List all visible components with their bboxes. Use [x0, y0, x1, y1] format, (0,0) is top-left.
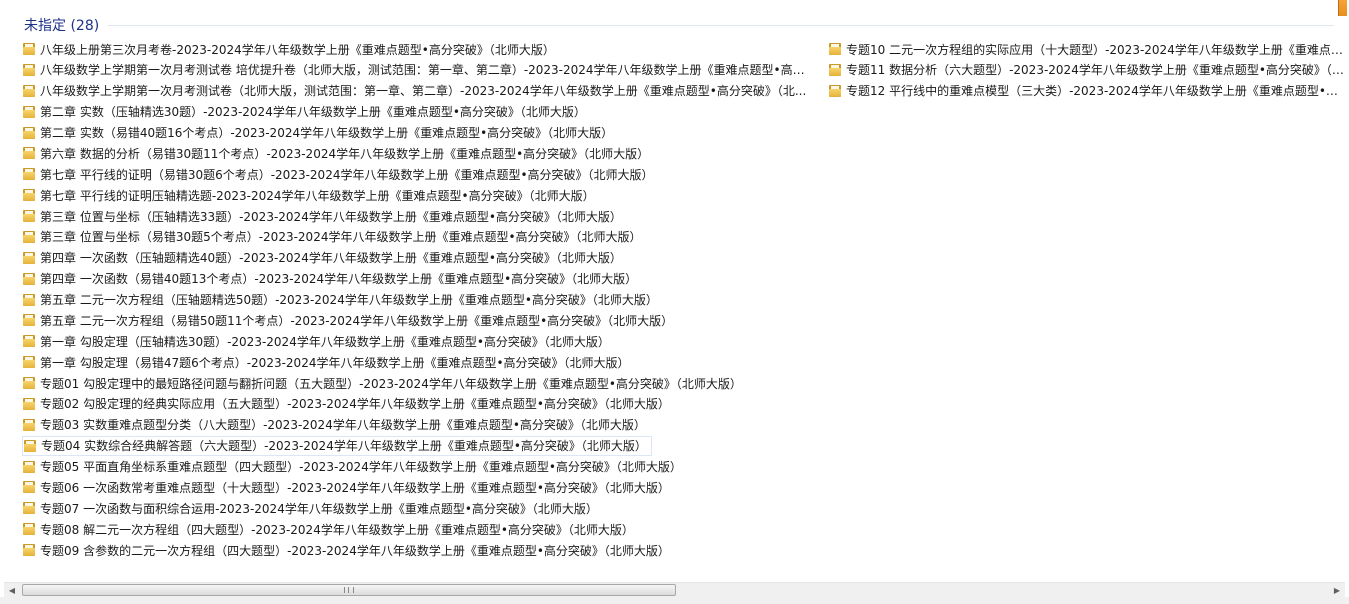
- folder-icon: [22, 209, 36, 223]
- folder-label: 八年级数学上学期第一次月考测试卷（北师大版，测试范围：第一章、第二章）-2023…: [40, 84, 807, 99]
- folder-icon: [22, 522, 36, 536]
- folder-icon: [22, 543, 36, 557]
- folder-icon: [828, 84, 842, 98]
- folder-label: 第四章 一次函数（压轴题精选40题）-2023-2024学年八年级数学上册《重难…: [40, 251, 622, 266]
- folder-label: 专题11 数据分析（六大题型）-2023-2024学年八年级数学上册《重难点题型…: [846, 63, 1349, 78]
- scroll-right-arrow[interactable]: ▶: [1329, 583, 1345, 597]
- folder-item[interactable]: 专题05 平面直角坐标系重难点题型（四大题型）-2023-2024学年八年级数学…: [22, 457, 814, 477]
- folder-item[interactable]: 第五章 二元一次方程组（压轴题精选50题）-2023-2024学年八年级数学上册…: [22, 290, 814, 310]
- folder-item[interactable]: 专题02 勾股定理的经典实际应用（五大题型）-2023-2024学年八年级数学上…: [22, 394, 814, 414]
- horizontal-scrollbar[interactable]: ◀ ▶: [4, 582, 1345, 597]
- folder-item[interactable]: 第三章 位置与坐标（压轴精选33题）-2023-2024学年八年级数学上册《重难…: [22, 206, 814, 226]
- folder-item[interactable]: 专题10 二元一次方程组的实际应用（十大题型）-2023-2024学年八年级数学…: [828, 39, 1349, 59]
- folder-item[interactable]: 第三章 位置与坐标（易错30题5个考点）-2023-2024学年八年级数学上册《…: [22, 227, 814, 247]
- folder-icon: [22, 355, 36, 369]
- folder-label: 第五章 二元一次方程组（压轴题精选50题）-2023-2024学年八年级数学上册…: [40, 293, 658, 308]
- folder-label: 第二章 实数（易错40题16个考点）-2023-2024学年八年级数学上册《重难…: [40, 126, 614, 141]
- scroll-thumb[interactable]: [22, 584, 676, 596]
- folder-item[interactable]: 第四章 一次函数（压轴题精选40题）-2023-2024学年八年级数学上册《重难…: [22, 248, 814, 268]
- folder-label: 专题03 实数重难点题型分类（八大题型）-2023-2024学年八年级数学上册《…: [40, 418, 646, 433]
- folder-label: 专题09 含参数的二元一次方程组（四大题型）-2023-2024学年八年级数学上…: [40, 543, 670, 558]
- folder-icon: [23, 439, 37, 453]
- folder-item[interactable]: 第七章 平行线的证明压轴精选题-2023-2024学年八年级数学上册《重难点题型…: [22, 185, 814, 205]
- folder-label: 第一章 勾股定理（易错47题6个考点）-2023-2024学年八年级数学上册《重…: [40, 355, 630, 370]
- folder-icon: [22, 251, 36, 265]
- folder-item[interactable]: 第四章 一次函数（易错40题13个考点）-2023-2024学年八年级数学上册《…: [22, 269, 814, 289]
- folder-item[interactable]: 专题11 数据分析（六大题型）-2023-2024学年八年级数学上册《重难点题型…: [828, 60, 1349, 80]
- folder-icon: [22, 501, 36, 515]
- folder-item[interactable]: 第六章 数据的分析（易错30题11个考点）-2023-2024学年八年级数学上册…: [22, 143, 814, 163]
- folder-icon: [828, 42, 842, 56]
- folder-item[interactable]: 八年级数学上学期第一次月考测试卷（北师大版，测试范围：第一章、第二章）-2023…: [22, 81, 814, 101]
- folder-label: 第三章 位置与坐标（压轴精选33题）-2023-2024学年八年级数学上册《重难…: [40, 209, 622, 224]
- folder-icon: [828, 63, 842, 77]
- folder-label: 专题05 平面直角坐标系重难点题型（四大题型）-2023-2024学年八年级数学…: [40, 460, 682, 475]
- folder-icon: [22, 480, 36, 494]
- folder-label: 第七章 平行线的证明压轴精选题-2023-2024学年八年级数学上册《重难点题型…: [40, 188, 595, 203]
- folder-label: 专题08 解二元一次方程组（四大题型）-2023-2024学年八年级数学上册《重…: [40, 522, 634, 537]
- folder-icon: [22, 293, 36, 307]
- folder-label: 第一章 勾股定理（压轴精选30题）-2023-2024学年八年级数学上册《重难点…: [40, 334, 610, 349]
- folder-item[interactable]: 第二章 实数（易错40题16个考点）-2023-2024学年八年级数学上册《重难…: [22, 123, 814, 143]
- folder-icon: [22, 397, 36, 411]
- folder-label: 第二章 实数（压轴精选30题）-2023-2024学年八年级数学上册《重难点题型…: [40, 105, 586, 120]
- scroll-left-arrow[interactable]: ◀: [4, 583, 20, 597]
- folder-item[interactable]: 第七章 平行线的证明（易错30题6个考点）-2023-2024学年八年级数学上册…: [22, 164, 814, 184]
- corner-accent: [1338, 0, 1347, 16]
- folder-item[interactable]: 专题04 实数综合经典解答题（六大题型）-2023-2024学年八年级数学上册《…: [22, 435, 652, 456]
- folder-item[interactable]: 专题07 一次函数与面积综合运用-2023-2024学年八年级数学上册《重难点题…: [22, 498, 814, 518]
- folder-label: 第六章 数据的分析（易错30题11个考点）-2023-2024学年八年级数学上册…: [40, 146, 650, 161]
- folder-icon: [22, 334, 36, 348]
- folder-icon: [22, 460, 36, 474]
- folder-icon: [22, 313, 36, 327]
- folder-item[interactable]: 专题08 解二元一次方程组（四大题型）-2023-2024学年八年级数学上册《重…: [22, 519, 814, 539]
- folder-icon: [22, 146, 36, 160]
- folder-label: 专题06 一次函数常考重难点题型（十大题型）-2023-2024学年八年级数学上…: [40, 480, 670, 495]
- file-list: 八年级上册第三次月考卷-2023-2024学年八年级数学上册《重难点题型•高分突…: [0, 0, 1349, 582]
- status-strip: [0, 597, 1349, 604]
- folder-item[interactable]: 第二章 实数（压轴精选30题）-2023-2024学年八年级数学上册《重难点题型…: [22, 102, 814, 122]
- folder-item[interactable]: 专题01 勾股定理中的最短路径问题与翻折问题（五大题型）-2023-2024学年…: [22, 373, 814, 393]
- folder-item[interactable]: 八年级数学上学期第一次月考测试卷 培优提升卷（北师大版，测试范围：第一章、第二章…: [22, 60, 814, 80]
- folder-icon: [22, 230, 36, 244]
- folder-item[interactable]: 专题09 含参数的二元一次方程组（四大题型）-2023-2024学年八年级数学上…: [22, 540, 814, 560]
- folder-label: 专题07 一次函数与面积综合运用-2023-2024学年八年级数学上册《重难点题…: [40, 501, 598, 516]
- folder-icon: [22, 272, 36, 286]
- folder-label: 专题12 平行线中的重难点模型（三大类）-2023-2024学年八年级数学上册《…: [846, 84, 1349, 99]
- folder-item[interactable]: 第一章 勾股定理（压轴精选30题）-2023-2024学年八年级数学上册《重难点…: [22, 331, 814, 351]
- folder-item[interactable]: 专题03 实数重难点题型分类（八大题型）-2023-2024学年八年级数学上册《…: [22, 415, 814, 435]
- scroll-grip-icon: [344, 587, 354, 593]
- folder-icon: [22, 105, 36, 119]
- folder-label: 八年级上册第三次月考卷-2023-2024学年八年级数学上册《重难点题型•高分突…: [40, 42, 555, 57]
- folder-icon: [22, 167, 36, 181]
- folder-item[interactable]: 专题12 平行线中的重难点模型（三大类）-2023-2024学年八年级数学上册《…: [828, 81, 1349, 101]
- folder-label: 第五章 二元一次方程组（易错50题11个考点）-2023-2024学年八年级数学…: [40, 313, 674, 328]
- folder-label: 第七章 平行线的证明（易错30题6个考点）-2023-2024学年八年级数学上册…: [40, 167, 654, 182]
- folder-label: 专题04 实数综合经典解答题（六大题型）-2023-2024学年八年级数学上册《…: [41, 439, 647, 454]
- folder-item[interactable]: 第五章 二元一次方程组（易错50题11个考点）-2023-2024学年八年级数学…: [22, 310, 814, 330]
- folder-icon: [22, 188, 36, 202]
- folder-label: 八年级数学上学期第一次月考测试卷 培优提升卷（北师大版，测试范围：第一章、第二章…: [40, 63, 814, 78]
- folder-icon: [22, 84, 36, 98]
- folder-label: 专题01 勾股定理中的最短路径问题与翻折问题（五大题型）-2023-2024学年…: [40, 376, 742, 391]
- folder-icon: [22, 42, 36, 56]
- folder-item[interactable]: 专题06 一次函数常考重难点题型（十大题型）-2023-2024学年八年级数学上…: [22, 477, 814, 497]
- folder-icon: [22, 376, 36, 390]
- folder-icon: [22, 418, 36, 432]
- folder-label: 专题02 勾股定理的经典实际应用（五大题型）-2023-2024学年八年级数学上…: [40, 397, 670, 412]
- folder-label: 第三章 位置与坐标（易错30题5个考点）-2023-2024学年八年级数学上册《…: [40, 230, 642, 245]
- folder-icon: [22, 63, 36, 77]
- folder-label: 第四章 一次函数（易错40题13个考点）-2023-2024学年八年级数学上册《…: [40, 272, 638, 287]
- folder-item[interactable]: 第一章 勾股定理（易错47题6个考点）-2023-2024学年八年级数学上册《重…: [22, 352, 814, 372]
- folder-icon: [22, 126, 36, 140]
- folder-label: 专题10 二元一次方程组的实际应用（十大题型）-2023-2024学年八年级数学…: [846, 42, 1349, 57]
- folder-item[interactable]: 八年级上册第三次月考卷-2023-2024学年八年级数学上册《重难点题型•高分突…: [22, 39, 814, 59]
